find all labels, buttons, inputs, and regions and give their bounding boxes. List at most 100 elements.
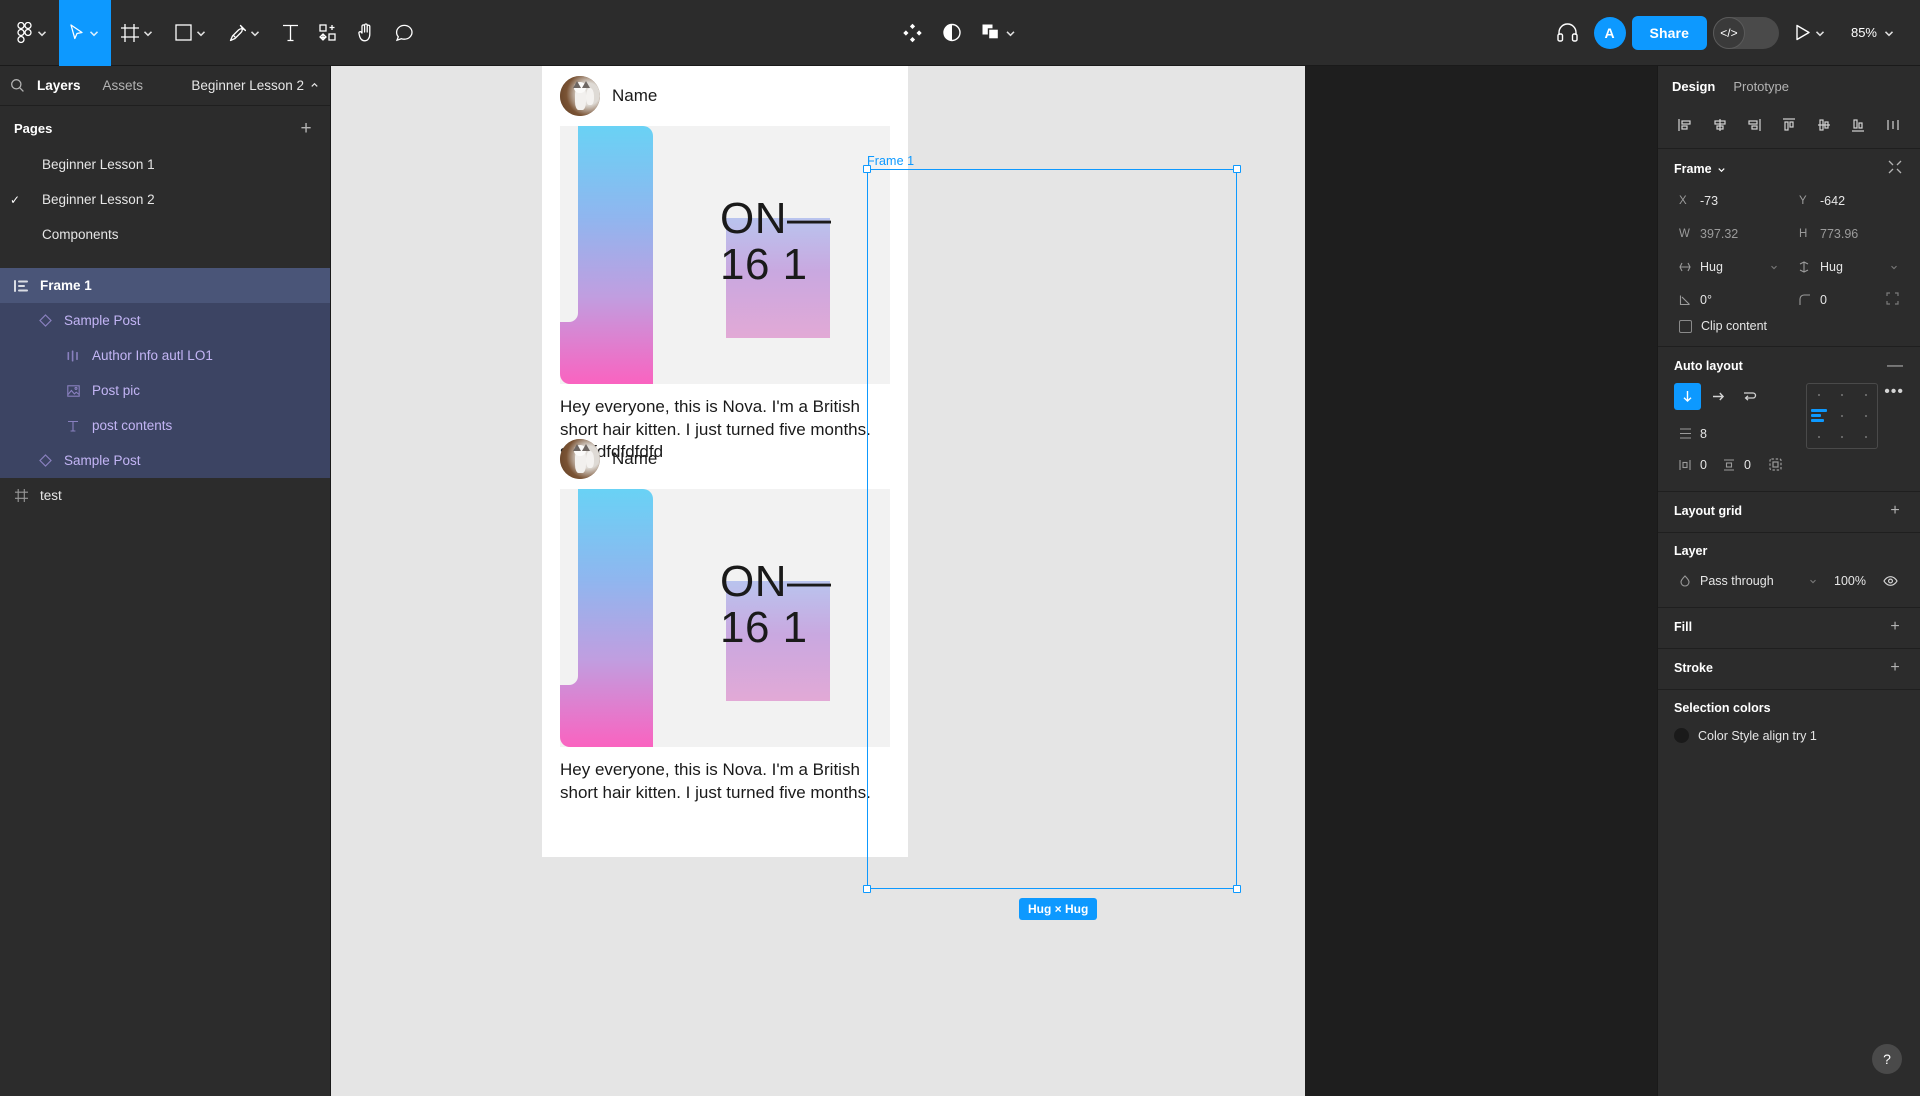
align-top-icon[interactable] xyxy=(1778,114,1800,136)
clip-content-checkbox[interactable] xyxy=(1679,319,1692,333)
blend-mode-field[interactable]: Pass through xyxy=(1674,567,1823,594)
stroke-title: Stroke xyxy=(1674,661,1713,675)
selection-bounds xyxy=(863,165,1241,893)
layer-row-sample-post-1[interactable]: Sample Post xyxy=(0,303,330,338)
layer-row-sample-post-2[interactable]: Sample Post xyxy=(0,443,330,478)
play-icon[interactable] xyxy=(1785,0,1837,66)
height-field[interactable]: H 773.96 xyxy=(1794,220,1904,247)
corner-radius-field[interactable]: 0 xyxy=(1794,286,1904,313)
align-right-icon[interactable] xyxy=(1743,114,1765,136)
layers-tree: Frame 1 Sample Post Author Info autl LO1 xyxy=(0,268,330,513)
layer-row-frame-1[interactable]: Frame 1 xyxy=(0,268,330,303)
y-position-field[interactable]: Y -642 xyxy=(1794,187,1904,214)
tab-prototype[interactable]: Prototype xyxy=(1733,79,1789,94)
frame-name-label[interactable]: Frame 1 xyxy=(867,154,914,168)
h-label: H xyxy=(1799,227,1808,240)
arrow-down-icon[interactable] xyxy=(1674,383,1701,410)
dev-mode-toggle[interactable]: </> xyxy=(1712,16,1779,49)
individual-padding-icon[interactable] xyxy=(1762,451,1789,478)
align-bottom-icon[interactable] xyxy=(1847,114,1869,136)
selection-color-label: Color Style align try 1 xyxy=(1698,728,1817,743)
color-swatch[interactable] xyxy=(1674,728,1689,743)
help-button[interactable]: ? xyxy=(1872,1044,1902,1074)
auto-layout-alignment-grid[interactable] xyxy=(1806,383,1879,449)
horizontal-resizing-field[interactable]: Hug xyxy=(1674,253,1784,280)
horizontal-padding-field[interactable]: 0 xyxy=(1674,451,1712,478)
opacity-field[interactable]: 100% xyxy=(1829,567,1871,594)
move-tool-icon[interactable] xyxy=(59,0,111,66)
add-page-button[interactable]: + xyxy=(296,119,316,138)
layer-row-author-info[interactable]: Author Info autl LO1 xyxy=(0,338,330,373)
selection-colors-header: Selection colors xyxy=(1674,701,1904,715)
distribute-icon[interactable] xyxy=(1882,114,1904,136)
align-horizontal-center-icon[interactable] xyxy=(1709,114,1731,136)
resize-handle-top-right[interactable] xyxy=(1233,165,1241,173)
fill-section: Fill + xyxy=(1658,608,1920,649)
selection-color-row[interactable]: Color Style align try 1 xyxy=(1674,724,1904,743)
page-item-beginner-lesson-2[interactable]: ✓ Beginner Lesson 2 xyxy=(0,182,330,217)
wrap-icon[interactable] xyxy=(1736,383,1763,410)
resize-handle-bottom-right[interactable] xyxy=(1233,885,1241,893)
page-check-icon: ✓ xyxy=(10,192,21,207)
collapse-icon[interactable] xyxy=(1886,160,1904,178)
share-button[interactable]: Share xyxy=(1631,15,1707,50)
remove-auto-layout-button[interactable]: — xyxy=(1886,358,1904,374)
zoom-level-menu[interactable]: 85% xyxy=(1843,25,1904,40)
blend-mode-value: Pass through xyxy=(1700,573,1774,588)
text-tool-icon[interactable] xyxy=(272,0,309,66)
headphones-icon[interactable] xyxy=(1547,0,1588,66)
vertical-padding-field[interactable]: 0 xyxy=(1718,451,1756,478)
post-card[interactable]: Name ON— 16 1 Hey everyone, this is Nova… xyxy=(542,429,908,804)
artboard-frame-1[interactable]: Name ON— 16 1 Hey everyone, this is Nova… xyxy=(542,66,908,857)
layer-header: Layer xyxy=(1674,544,1904,558)
layer-row-test[interactable]: test xyxy=(0,478,330,513)
add-layout-grid-button[interactable]: + xyxy=(1886,503,1904,519)
auto-layout-more-button[interactable]: ••• xyxy=(1884,383,1904,401)
clip-content-row[interactable]: Clip content xyxy=(1674,313,1904,333)
add-stroke-button[interactable]: + xyxy=(1886,660,1904,676)
comment-tool-icon[interactable] xyxy=(385,0,424,66)
add-fill-button[interactable]: + xyxy=(1886,619,1904,635)
horizontal-resize-value: Hug xyxy=(1700,259,1723,274)
vertical-resizing-field[interactable]: Hug xyxy=(1794,253,1904,280)
w-label: W xyxy=(1679,227,1690,240)
tab-layers[interactable]: Layers xyxy=(26,66,92,106)
eye-icon[interactable] xyxy=(1877,567,1904,594)
layer-row-post-pic[interactable]: Post pic xyxy=(0,373,330,408)
shape-tool-icon[interactable] xyxy=(165,0,218,66)
width-field[interactable]: W 397.32 xyxy=(1674,220,1784,247)
arrow-right-icon[interactable] xyxy=(1705,383,1732,410)
independent-corners-icon[interactable] xyxy=(1886,291,1899,308)
frame-tool-icon[interactable] xyxy=(111,0,165,66)
frame-section-title[interactable]: Frame xyxy=(1674,162,1727,176)
x-position-field[interactable]: X -73 xyxy=(1674,187,1784,214)
boolean-union-icon[interactable] xyxy=(972,0,1028,66)
search-icon[interactable] xyxy=(10,78,26,94)
layer-row-post-contents[interactable]: post contents xyxy=(0,408,330,443)
page-item-beginner-lesson-1[interactable]: Beginner Lesson 1 xyxy=(0,147,330,182)
resources-tool-icon[interactable] xyxy=(309,0,347,66)
post-card[interactable]: Name ON— 16 1 Hey everyone, this is Nova… xyxy=(542,66,908,464)
tab-assets[interactable]: Assets xyxy=(92,66,155,106)
gap-field[interactable]: 8 xyxy=(1674,420,1794,447)
toolbar-right-actions: A Share </> 85% xyxy=(1547,0,1920,66)
resize-handle-bottom-left[interactable] xyxy=(863,885,871,893)
avatar[interactable]: A xyxy=(1593,16,1626,49)
figma-menu-icon[interactable] xyxy=(6,0,59,66)
align-vertical-center-icon[interactable] xyxy=(1813,114,1835,136)
pen-tool-icon[interactable] xyxy=(218,0,272,66)
post-author-name: Name xyxy=(612,449,658,468)
hand-tool-icon[interactable] xyxy=(347,0,385,66)
file-name-menu[interactable]: Beginner Lesson 2 xyxy=(191,78,320,93)
align-left-icon[interactable] xyxy=(1674,114,1696,136)
component-instance-icon xyxy=(62,348,84,364)
mask-icon[interactable] xyxy=(933,0,972,66)
canvas-viewport[interactable]: Name ON— 16 1 Hey everyone, this is Nova… xyxy=(331,66,1305,1096)
tab-design[interactable]: Design xyxy=(1672,79,1715,94)
post-image-text: ON— 16 1 xyxy=(720,557,832,653)
size-badge: Hug × Hug xyxy=(1019,898,1098,920)
component-icon[interactable] xyxy=(893,0,933,66)
rotation-field[interactable]: 0° xyxy=(1674,286,1784,313)
page-item-components[interactable]: Components xyxy=(0,217,330,252)
page-label: Beginner Lesson 2 xyxy=(42,192,155,207)
